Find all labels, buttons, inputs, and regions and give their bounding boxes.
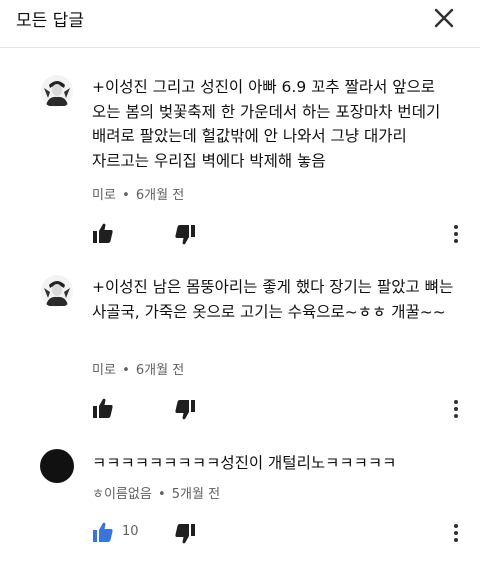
- comment-time: 6개월 전: [135, 363, 185, 378]
- thumbs-up-icon[interactable]: [92, 521, 114, 543]
- meta-separator: •: [122, 188, 130, 203]
- comment-meta: 미로 • 6개월 전: [92, 184, 184, 203]
- comment-text: ㅋㅋㅋㅋㅋㅋㅋㅋㅋ성진이 개털리노ㅋㅋㅋㅋㅋ: [92, 454, 397, 472]
- thumbs-up-icon[interactable]: [92, 222, 114, 244]
- more-vert-icon[interactable]: [448, 397, 464, 421]
- close-icon[interactable]: [430, 4, 458, 32]
- more-vert-icon[interactable]: [448, 521, 464, 545]
- comment-actions: [92, 397, 472, 421]
- meta-separator: •: [122, 363, 130, 378]
- comment-actions: [92, 222, 472, 246]
- comment-text: +이성진 남은 몸뚱아리는 좋게 했다 장기는 팔았고 뼈는 사골국, 가죽은 …: [92, 278, 454, 321]
- comment-author[interactable]: 미로: [92, 363, 116, 378]
- avatar-image: [40, 74, 74, 108]
- comment-actions: 10: [92, 521, 472, 545]
- meta-separator: •: [157, 487, 166, 502]
- comment-meta: ㅎ이름없음 • 5개월 전: [92, 483, 220, 502]
- header: 모든 답글: [0, 0, 480, 48]
- comment-text: +이성진 그리고 성진이 아빠 6.9 꼬추 짤라서 앞으로 오는 봄의 벚꽃축…: [92, 78, 441, 170]
- thumbs-down-icon[interactable]: [174, 523, 196, 545]
- comment-author[interactable]: ㅎ이름없음: [92, 487, 152, 502]
- avatar-image: [40, 274, 74, 308]
- comment-meta: 미로 • 6개월 전: [92, 359, 184, 378]
- avatar[interactable]: [40, 449, 74, 483]
- avatar[interactable]: [40, 274, 74, 308]
- comment-time: 5개월 전: [171, 487, 221, 502]
- like-count: 10: [122, 524, 139, 539]
- more-vert-icon[interactable]: [448, 222, 464, 246]
- thumbs-down-icon[interactable]: [174, 399, 196, 421]
- comment-author[interactable]: 미로: [92, 188, 116, 203]
- avatar[interactable]: [40, 74, 74, 108]
- thumbs-down-icon[interactable]: [174, 224, 196, 246]
- page-title: 모든 답글: [16, 11, 84, 31]
- comment-time: 6개월 전: [135, 188, 185, 203]
- thumbs-up-icon[interactable]: [92, 397, 114, 419]
